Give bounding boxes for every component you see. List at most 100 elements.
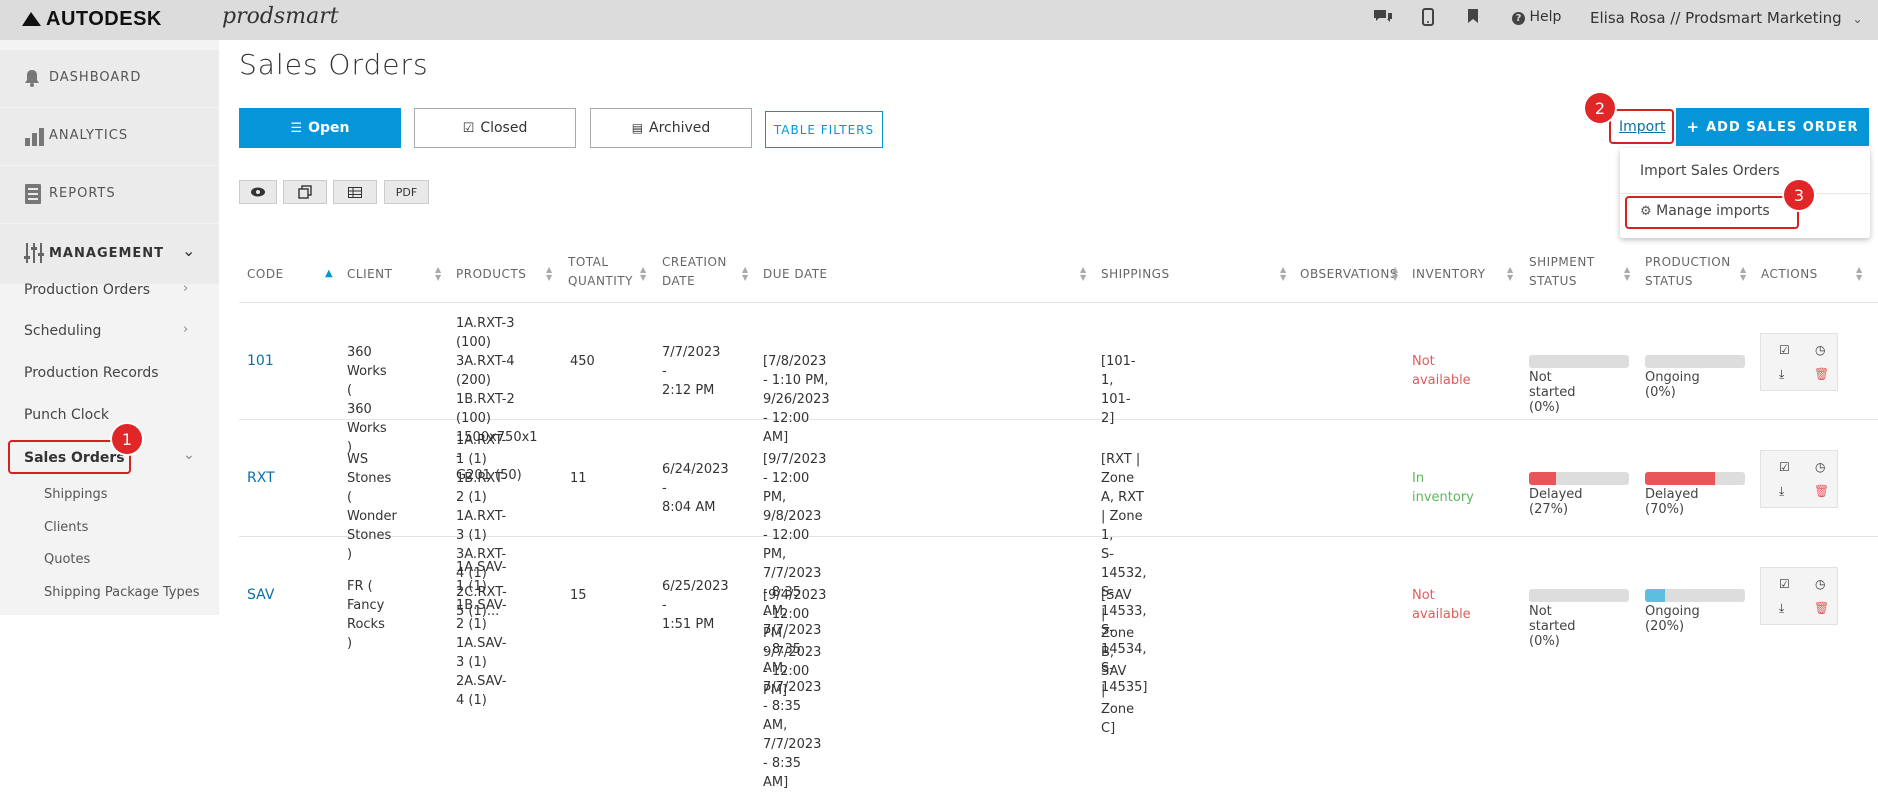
sidebar-subitem-quotes[interactable]: Quotes: [44, 552, 90, 567]
sidebar-module-reports[interactable]: REPORTS: [0, 166, 219, 223]
sidebar-module-analytics[interactable]: ANALYTICS: [0, 108, 219, 165]
sidebar-subitem-shipping-package-types[interactable]: Shipping Package Types: [44, 585, 200, 600]
bar-chart-icon: [24, 126, 44, 150]
top-bar: AUTODESK prodsmart ? Help Elisa Rosa // …: [0, 0, 1878, 40]
row-inventory: Not available: [1412, 353, 1471, 388]
sidebar-module-label: ANALYTICS: [49, 128, 129, 143]
row-quantity: 15: [570, 588, 587, 603]
column-header-shippings[interactable]: SHIPPINGS: [1101, 265, 1170, 284]
edit-check-icon[interactable]: ☑: [1779, 577, 1790, 591]
page-title: Sales Orders: [239, 48, 429, 81]
row-quantity: 450: [570, 354, 595, 369]
mobile-icon[interactable]: [1422, 8, 1434, 31]
bell-icon: [24, 69, 40, 91]
column-header-creation-date[interactable]: CREATION DATE: [662, 253, 727, 291]
document-icon: [24, 183, 42, 209]
column-header-client[interactable]: CLIENT: [347, 265, 393, 284]
sidebar-subitem-shippings[interactable]: Shippings: [44, 487, 107, 502]
highlight-import: [1609, 109, 1674, 144]
column-header-products[interactable]: PRODUCTS: [456, 265, 526, 284]
highlight-manage-imports: [1625, 196, 1799, 229]
row-code[interactable]: RXT: [247, 469, 275, 488]
column-header-inventory[interactable]: INVENTORY: [1412, 265, 1485, 284]
table-export-button[interactable]: [333, 180, 377, 204]
table-filters-button[interactable]: TABLE FILTERS: [765, 111, 883, 148]
sidebar-item-punch-clock[interactable]: Punch Clock: [24, 407, 109, 423]
chevron-down-icon: ⌄: [183, 447, 195, 463]
production-status-label: Ongoing (0%): [1645, 370, 1700, 400]
sort-icon: ▲ ▼: [640, 265, 647, 282]
row-code[interactable]: SAV: [247, 586, 274, 605]
sort-icon: ▲ ▼: [1080, 265, 1087, 282]
table-icon: [348, 186, 362, 198]
edit-check-icon[interactable]: ☑: [1779, 343, 1790, 357]
copy-button[interactable]: [283, 180, 327, 204]
download-icon[interactable]: ⤓: [1779, 484, 1784, 499]
clock-icon[interactable]: ◷: [1815, 460, 1825, 474]
chevron-down-icon: ⌄: [182, 241, 196, 260]
column-header-due-date[interactable]: DUE DATE: [763, 265, 828, 284]
check-square-icon: ☑: [462, 120, 475, 136]
row-shippings: [SAV | Zone B, SAV | Zone C]: [1101, 588, 1135, 736]
plus-icon: +: [1686, 118, 1701, 136]
column-header-total-quantity[interactable]: TOTAL QUANTITY: [568, 253, 633, 291]
bookmark-icon[interactable]: [1467, 8, 1479, 29]
step-marker-1: 1: [112, 424, 142, 454]
download-icon[interactable]: ⤓: [1779, 601, 1784, 616]
trash-icon[interactable]: 🗑: [1814, 484, 1829, 498]
row-shippings: [101-1, 101-2]: [1101, 354, 1136, 426]
column-header-code[interactable]: CODE: [247, 265, 284, 284]
sort-icon: ▲ ▼: [435, 265, 442, 282]
inbox-icon: ▤: [631, 121, 644, 135]
column-header-production-status[interactable]: PRODUCTION STATUS: [1645, 253, 1731, 291]
sidebar-module-label: REPORTS: [49, 186, 116, 201]
sidebar-module-dashboard[interactable]: DASHBOARD: [0, 50, 219, 107]
row-actions: ☑ ◷ ⤓ 🗑: [1760, 333, 1838, 391]
sort-icon: ▲ ▼: [1624, 265, 1631, 282]
sidebar-item-production-orders[interactable]: Production Orders: [24, 282, 150, 298]
sidebar-module-management[interactable]: MANAGEMENT ⌄: [0, 224, 219, 284]
row-creation-date: 6/25/2023 - 1:51 PM: [662, 578, 729, 632]
question-icon: ?: [1512, 12, 1525, 25]
user-menu[interactable]: Elisa Rosa // Prodsmart Marketing ⌄: [1590, 9, 1863, 27]
sort-icon: ▲ ▼: [1392, 265, 1399, 282]
clock-icon[interactable]: ◷: [1815, 343, 1825, 357]
shipment-status-fill: [1529, 472, 1556, 485]
step-marker-3: 3: [1784, 180, 1814, 210]
row-code[interactable]: 101: [247, 352, 274, 371]
sidebar-item-production-records[interactable]: Production Records: [24, 365, 159, 381]
row-client: WS Stones ( Wonder Stones ): [347, 452, 397, 562]
sidebar-subitem-clients[interactable]: Clients: [44, 520, 88, 535]
sliders-icon: [24, 242, 44, 268]
tab-open[interactable]: ☰ Open: [239, 108, 401, 148]
pdf-button[interactable]: PDF: [384, 180, 429, 204]
shipment-status-bar: [1529, 472, 1629, 485]
sort-asc-icon: ▲: [325, 268, 333, 279]
chevron-right-icon: ›: [183, 322, 189, 337]
column-header-shipment-status[interactable]: SHIPMENT STATUS: [1529, 253, 1595, 291]
download-icon[interactable]: ⤓: [1779, 367, 1784, 382]
edit-check-icon[interactable]: ☑: [1779, 460, 1790, 474]
add-sales-order-button[interactable]: + ADD SALES ORDER: [1676, 108, 1869, 146]
row-creation-date: 7/7/2023 - 2:12 PM: [662, 344, 721, 398]
production-status-bar: [1645, 472, 1745, 485]
chat-icon[interactable]: [1372, 8, 1394, 31]
trash-icon[interactable]: 🗑: [1814, 601, 1829, 615]
chevron-right-icon: ›: [183, 281, 189, 296]
tab-closed[interactable]: ☑ Closed: [414, 108, 576, 148]
menu-item-import-sales-orders[interactable]: Import Sales Orders: [1640, 163, 1780, 179]
trash-icon[interactable]: 🗑: [1814, 367, 1829, 381]
column-header-observations[interactable]: OBSERVATIONS: [1300, 265, 1398, 284]
sidebar-module-label: MANAGEMENT: [49, 246, 165, 261]
autodesk-logo[interactable]: AUTODESK: [22, 8, 162, 31]
tab-archived[interactable]: ▤ Archived: [590, 108, 752, 148]
prodsmart-logo[interactable]: prodsmart: [222, 4, 339, 29]
tab-label: Open: [308, 120, 350, 136]
help-link[interactable]: ? Help: [1512, 9, 1561, 25]
column-header-actions: ACTIONS: [1761, 267, 1818, 281]
row-inventory: In inventory: [1412, 470, 1474, 505]
sidebar-item-scheduling[interactable]: Scheduling: [24, 323, 101, 339]
clock-icon[interactable]: ◷: [1815, 577, 1825, 591]
tab-label: Archived: [649, 120, 711, 136]
eye-button[interactable]: [239, 180, 277, 204]
